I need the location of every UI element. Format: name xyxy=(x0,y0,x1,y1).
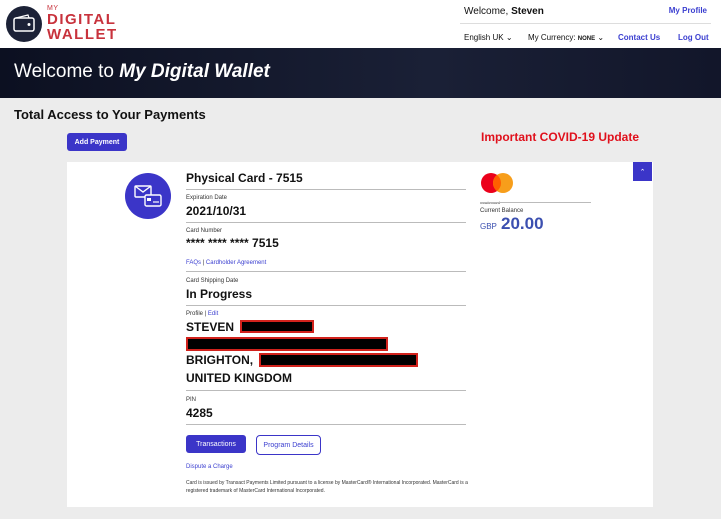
shipping-value: In Progress xyxy=(186,287,253,301)
banner-emphasis: My Digital Wallet xyxy=(119,61,270,82)
expiration-label: Expiration Date xyxy=(186,195,228,201)
chevron-up-icon: ⌃ xyxy=(639,168,646,176)
chevron-down-icon: ⌄ xyxy=(505,33,513,42)
brand-logo[interactable]: MY DIGITAL WALLET xyxy=(6,5,118,42)
profile-name: STEVEN xyxy=(186,320,235,334)
my-profile-link[interactable]: My Profile xyxy=(669,6,707,15)
balance-currency: GBP xyxy=(480,222,497,231)
faqs-link[interactable]: FAQs xyxy=(186,260,201,266)
add-payment-button[interactable]: Add Payment xyxy=(67,133,127,151)
program-details-button[interactable]: Program Details xyxy=(256,435,321,455)
banner-prefix: Welcome to xyxy=(14,61,120,82)
welcome-message: Welcome, Steven xyxy=(464,6,544,17)
balance-amount: 20.00 xyxy=(501,214,544,233)
profile-city: BRIGHTON, xyxy=(186,353,254,367)
cardholder-agreement-link[interactable]: Cardholder Agreement xyxy=(206,260,266,266)
link-separator: | xyxy=(204,311,207,317)
logo-line1: DIGITAL xyxy=(47,11,117,28)
contact-us-link[interactable]: Contact Us xyxy=(618,33,660,42)
language-select[interactable]: English UK ⌄ xyxy=(464,33,513,42)
divider xyxy=(186,189,466,190)
welcome-prefix: Welcome, xyxy=(464,6,509,17)
shipping-label: Card Shipping Date xyxy=(186,278,239,284)
divider xyxy=(186,222,466,223)
page-title: Total Access to Your Payments xyxy=(14,107,206,122)
card-number-label: Card Number xyxy=(186,228,223,234)
link-separator: | xyxy=(202,260,205,266)
redaction-box xyxy=(186,337,388,351)
logo-line2: WALLET xyxy=(47,26,118,43)
profile-label: Profile xyxy=(186,311,204,317)
divider xyxy=(186,390,466,391)
dispute-charge-link[interactable]: Dispute a Charge xyxy=(186,464,233,470)
card-disclaimer: Card is issued by Transact Payments Limi… xyxy=(186,480,468,494)
card-links: FAQs | Cardholder Agreement xyxy=(186,260,266,266)
divider xyxy=(186,305,466,306)
card-number-value: **** **** **** 7515 xyxy=(186,236,279,250)
covid-update-link[interactable]: Important COVID-19 Update xyxy=(481,130,639,144)
user-name: Steven xyxy=(511,6,544,17)
banner-title: Welcome to My Digital Wallet xyxy=(14,61,270,83)
currency-label: My Currency: xyxy=(528,33,576,42)
language-value: English UK xyxy=(464,33,504,42)
wallet-icon xyxy=(6,5,42,42)
profile-country: UNITED KINGDOM xyxy=(186,371,292,385)
welcome-banner: Welcome to My Digital Wallet xyxy=(0,48,721,98)
card-panel: Physical Card - 7515 Expiration Date 202… xyxy=(67,162,653,507)
redaction-box xyxy=(259,353,418,367)
pin-value: 4285 xyxy=(186,406,213,420)
profile-label-row: Profile | Edit xyxy=(186,311,218,317)
header-divider xyxy=(460,23,711,24)
divider xyxy=(480,202,591,203)
logout-link[interactable]: Log Out xyxy=(678,33,709,42)
card-mail-icon xyxy=(125,173,171,219)
redaction-box xyxy=(240,320,314,333)
mastercard-logo-icon xyxy=(480,172,514,199)
chevron-down-icon: ⌄ xyxy=(597,33,605,42)
profile-edit-link[interactable]: Edit xyxy=(208,311,218,317)
pin-label: PIN xyxy=(186,397,197,403)
card-title: Physical Card - 7515 xyxy=(186,171,303,185)
transactions-button[interactable]: Transactions xyxy=(186,435,246,453)
collapse-button[interactable]: ⌃ xyxy=(633,162,652,181)
expiration-value: 2021/10/31 xyxy=(186,204,247,218)
currency-select[interactable]: My Currency: NONE ⌄ xyxy=(528,33,604,42)
top-header: MY DIGITAL WALLET Welcome, Steven My Pro… xyxy=(0,0,721,48)
divider xyxy=(186,271,466,272)
divider xyxy=(186,424,466,425)
currency-value: NONE xyxy=(577,36,596,42)
